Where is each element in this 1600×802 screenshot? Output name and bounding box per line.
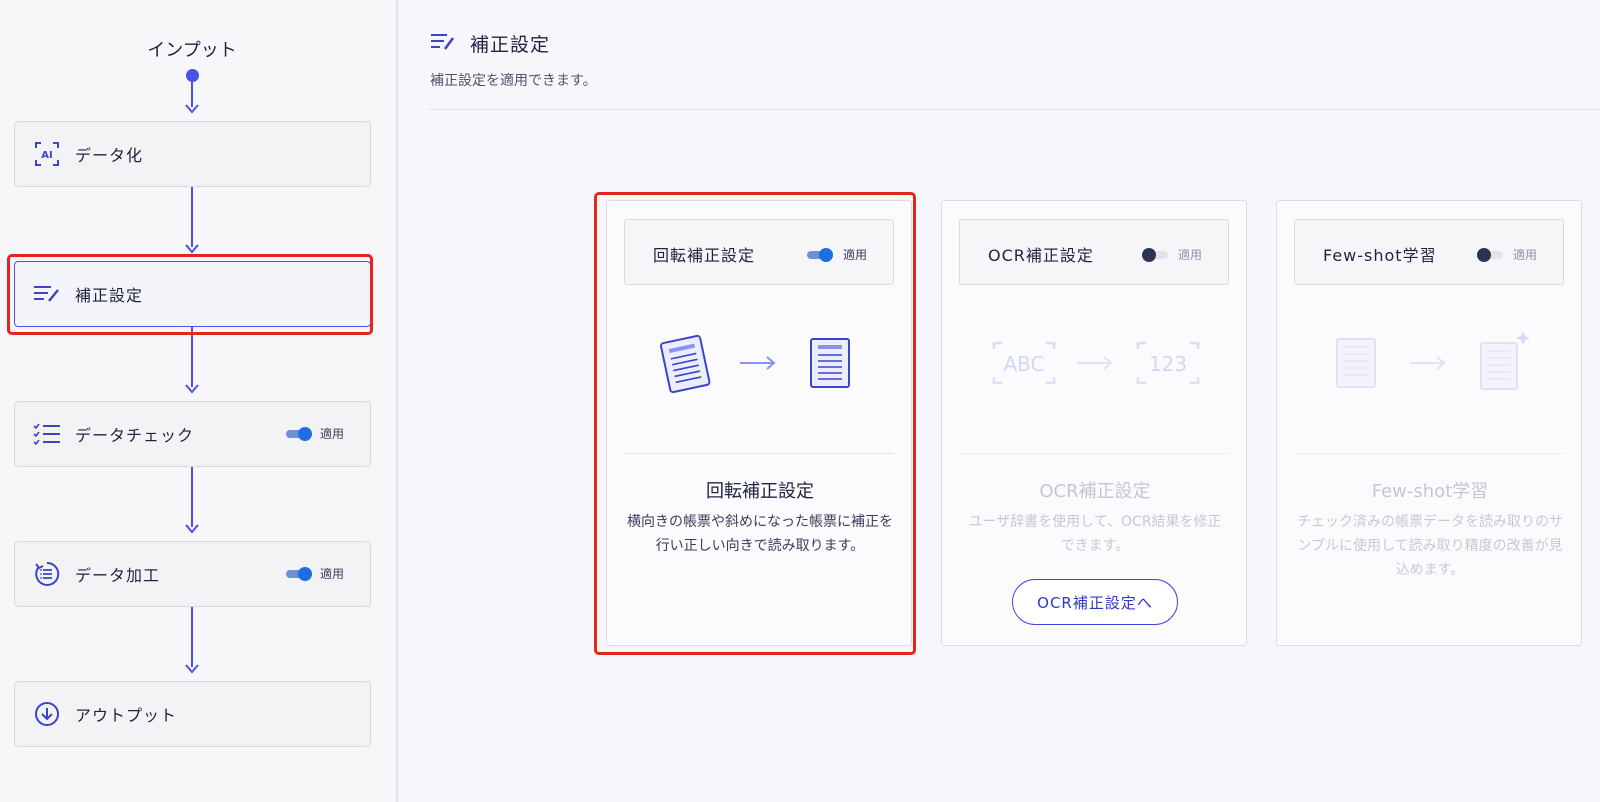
toggle-switch[interactable] bbox=[285, 426, 312, 441]
toggle-switch[interactable] bbox=[1476, 247, 1503, 262]
arrow-down-icon bbox=[185, 664, 199, 674]
card-divider bbox=[1294, 453, 1564, 454]
step-data-check[interactable]: データチェック 適用 bbox=[14, 401, 371, 467]
page-title: 補正設定 bbox=[470, 34, 551, 56]
flow-connector bbox=[191, 187, 193, 247]
ocr-settings-button[interactable]: OCR補正設定へ bbox=[1012, 579, 1178, 625]
card-divider bbox=[624, 453, 894, 454]
card-header: Few-shot学習 適用 bbox=[1294, 219, 1564, 285]
step-label: データチェック bbox=[75, 426, 195, 445]
download-circle-icon bbox=[33, 700, 61, 728]
toggle-switch[interactable] bbox=[285, 566, 312, 581]
card-title: OCR補正設定 bbox=[1039, 481, 1151, 502]
list-edit-icon bbox=[430, 33, 456, 55]
card-apply-toggle[interactable]: 適用 bbox=[1476, 246, 1537, 263]
step-apply-toggle[interactable]: 適用 bbox=[285, 425, 344, 442]
toggle-label: 適用 bbox=[1177, 248, 1202, 262]
arrow-down-icon bbox=[185, 524, 199, 534]
arrow-down-icon bbox=[185, 244, 199, 254]
step-correction-settings[interactable]: 補正設定 bbox=[14, 261, 371, 327]
checklist-icon bbox=[33, 420, 61, 448]
card-header: OCR補正設定 適用 bbox=[959, 219, 1229, 285]
flow-connector bbox=[191, 80, 193, 107]
step-label: アウトプット bbox=[75, 706, 178, 725]
process-list-icon bbox=[33, 560, 61, 588]
list-edit-icon bbox=[33, 280, 61, 308]
flow-connector bbox=[191, 607, 193, 667]
toggle-label: 適用 bbox=[1512, 248, 1537, 262]
arrow-down-icon bbox=[185, 384, 199, 394]
card-description: ユーザ辞書を使用して、OCR結果を修正できます。 bbox=[968, 514, 1222, 554]
step-apply-toggle[interactable]: 適用 bbox=[285, 565, 344, 582]
correction-settings-main: 補正設定 補正設定を適用できます。 回転補正設定 適用 回転補正設定 横向きの帳… bbox=[400, 0, 1600, 802]
card-description: チェック済みの帳票データを読み取りのサンプルに使用して読み取り精度の改善が見込め… bbox=[1297, 514, 1563, 578]
step-label: データ加工 bbox=[75, 566, 161, 585]
card-rotation-correction: 回転補正設定 適用 回転補正設定 横向きの帳票や斜めになった帳票に補正を行い正し bbox=[606, 200, 912, 646]
card-header-title: 回転補正設定 bbox=[653, 246, 756, 265]
page-subtitle: 補正設定を適用できます。 bbox=[430, 73, 597, 89]
flow-connector bbox=[191, 467, 193, 527]
step-data-processing[interactable]: データ加工 適用 bbox=[14, 541, 371, 607]
card-header-title: OCR補正設定 bbox=[988, 246, 1094, 265]
svg-text:AI: AI bbox=[41, 150, 52, 161]
step-label: データ化 bbox=[75, 146, 144, 165]
card-description: 横向きの帳票や斜めになった帳票に補正を行い正しい向きで読み取ります。 bbox=[627, 514, 893, 554]
step-output[interactable]: アウトプット bbox=[14, 681, 371, 747]
card-apply-toggle[interactable]: 適用 bbox=[1141, 246, 1202, 263]
abc-to-123-illustration: ABC 123 bbox=[942, 331, 1248, 411]
toggle-switch[interactable] bbox=[1141, 247, 1168, 262]
pipeline-panel: インプット AI データ化 補正設定 データチェック 適用 データ加工 適用 ア… bbox=[0, 0, 398, 802]
header-divider bbox=[430, 109, 1600, 110]
document-sparkle-illustration bbox=[1277, 331, 1583, 411]
toggle-label: 適用 bbox=[319, 427, 344, 441]
card-few-shot-learning: Few-shot学習 適用 Few-shot学習 チェック済みの帳票データを読み… bbox=[1276, 200, 1582, 646]
illus-left-text: ABC bbox=[1003, 352, 1044, 376]
ai-scan-icon: AI bbox=[33, 140, 61, 168]
step-label: 補正設定 bbox=[75, 286, 144, 305]
card-header-title: Few-shot学習 bbox=[1323, 246, 1437, 265]
card-header: 回転補正設定 適用 bbox=[624, 219, 894, 285]
flow-input-label: インプット bbox=[147, 40, 237, 61]
arrow-down-icon bbox=[185, 104, 199, 114]
illus-right-text: 123 bbox=[1149, 352, 1187, 376]
rotate-document-illustration bbox=[607, 331, 913, 411]
card-ocr-correction: OCR補正設定 適用 ABC 123 OCR補正設定 ユーザ辞書を使用して、OC… bbox=[941, 200, 1247, 646]
card-title: Few-shot学習 bbox=[1371, 481, 1489, 502]
flow-connector bbox=[191, 327, 193, 387]
card-title: 回転補正設定 bbox=[706, 481, 814, 502]
page-header: 補正設定 bbox=[430, 30, 550, 57]
card-apply-toggle[interactable]: 適用 bbox=[806, 246, 867, 263]
toggle-label: 適用 bbox=[842, 248, 867, 262]
toggle-switch[interactable] bbox=[806, 247, 833, 262]
card-divider bbox=[959, 453, 1229, 454]
step-data-conversion[interactable]: AI データ化 bbox=[14, 121, 371, 187]
toggle-label: 適用 bbox=[319, 567, 344, 581]
